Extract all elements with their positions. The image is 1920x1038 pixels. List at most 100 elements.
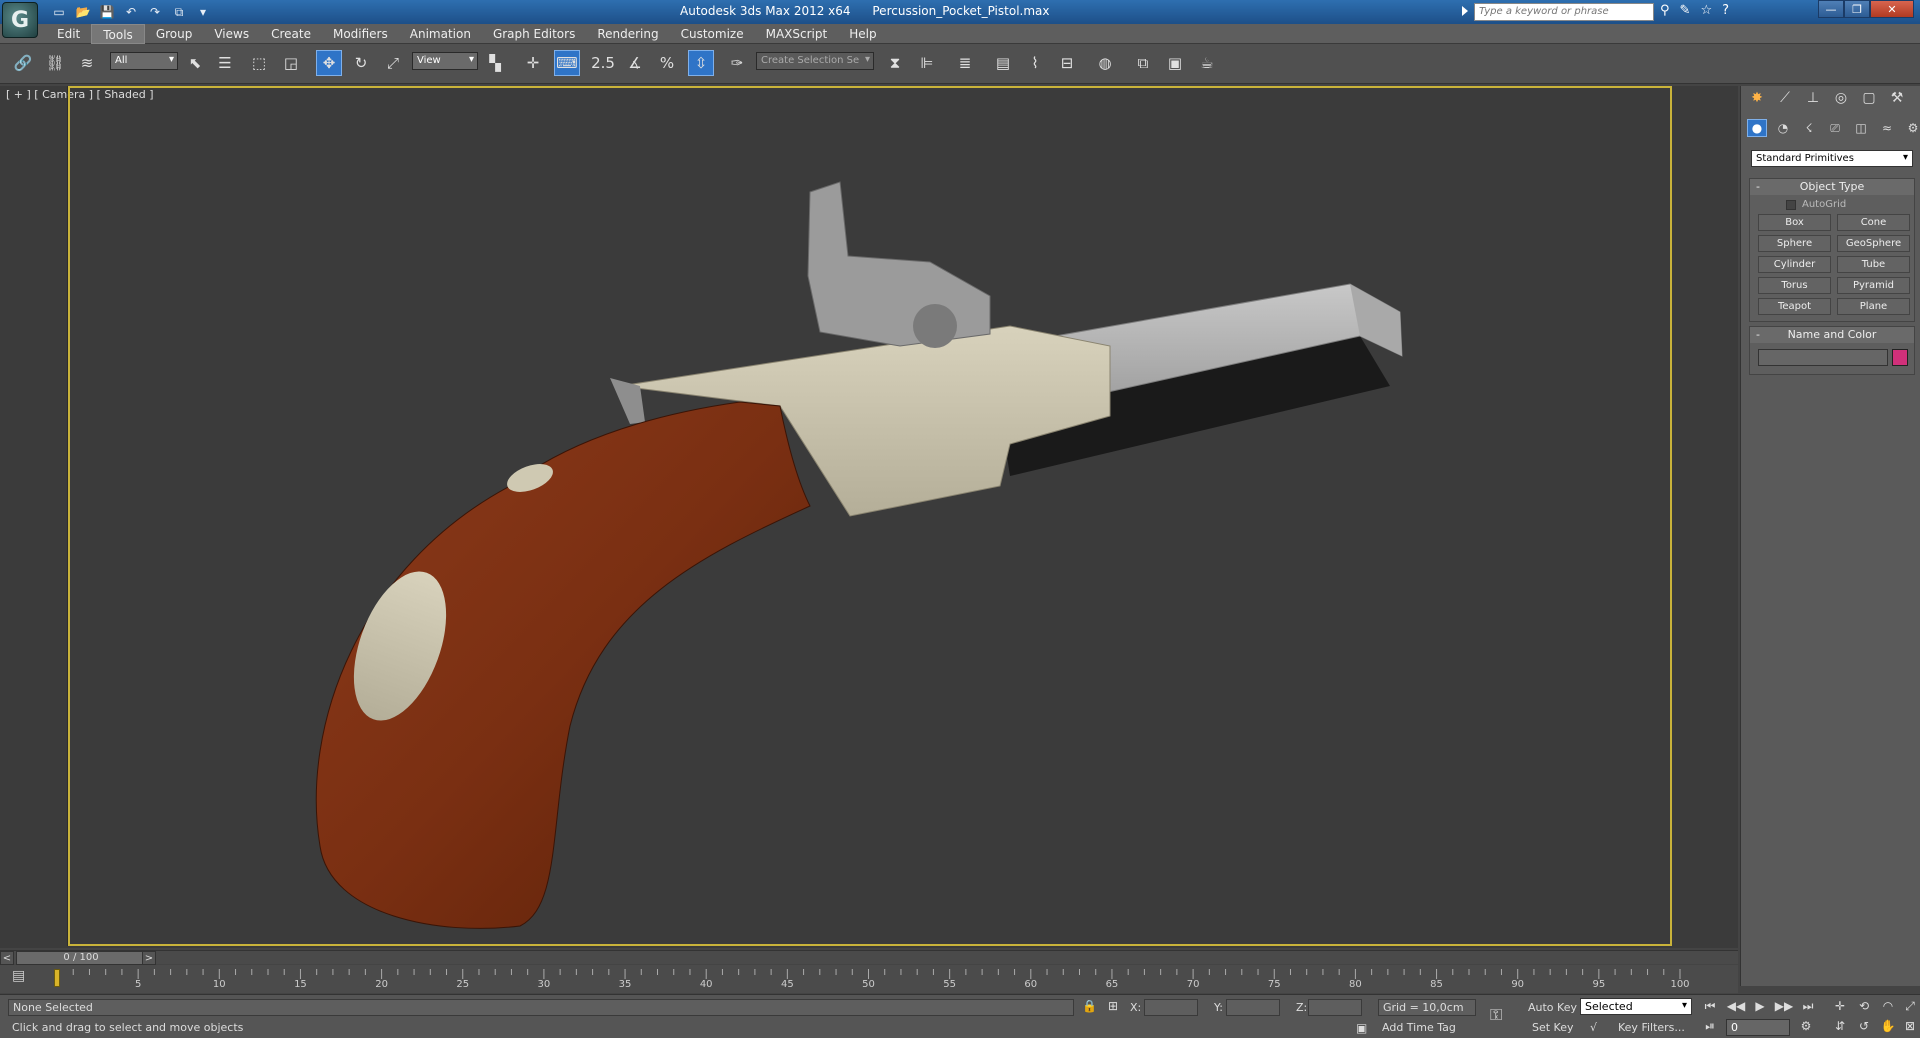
box-button[interactable]: Box (1758, 214, 1831, 231)
rectangular-selection-icon[interactable]: ⬚ (246, 50, 272, 76)
edit-named-selection-icon[interactable]: ✑ (724, 50, 750, 76)
help-icon[interactable]: ? (1722, 3, 1729, 18)
quick-access-more-icon[interactable]: ▾ (194, 3, 212, 21)
project-folder-icon[interactable]: ⧉ (170, 3, 188, 21)
add-time-tag[interactable]: Add Time Tag (1382, 1021, 1456, 1034)
teapot-button[interactable]: Teapot (1758, 298, 1831, 315)
dolly-camera-icon[interactable]: ⇵ (1830, 1019, 1850, 1033)
create-tab-icon[interactable]: ✸ (1747, 88, 1767, 108)
select-and-move-icon[interactable]: ✥ (316, 50, 342, 76)
reference-coordinate-dropdown[interactable]: View (412, 52, 478, 70)
pyramid-button[interactable]: Pyramid (1837, 277, 1910, 294)
shapes-icon[interactable]: ◔ (1773, 119, 1793, 137)
align-icon[interactable]: ⊫ (914, 50, 940, 76)
lights-icon[interactable]: ☇ (1799, 119, 1819, 137)
autogrid-option[interactable]: AutoGrid (1786, 199, 1914, 210)
select-object-icon[interactable]: ⬉ (182, 50, 208, 76)
helpers-icon[interactable]: ◫ (1851, 119, 1871, 137)
menu-graph-editors[interactable]: Graph Editors (482, 24, 586, 44)
y-coordinate-field[interactable] (1226, 999, 1280, 1016)
selection-filter-dropdown[interactable]: All (110, 52, 178, 70)
menu-group[interactable]: Group (145, 24, 204, 44)
layer-manager-icon[interactable]: ≣ (952, 50, 978, 76)
zoom-extents-icon[interactable]: ⊠ (1900, 1019, 1920, 1033)
cylinder-button[interactable]: Cylinder (1758, 256, 1831, 273)
use-pivot-point-icon[interactable]: ▚ (482, 50, 508, 76)
set-key-mode-icon[interactable]: ⚿ (1490, 1005, 1502, 1025)
geosphere-button[interactable]: GeoSphere (1837, 235, 1910, 252)
menu-maxscript[interactable]: MAXScript (755, 24, 839, 44)
name-and-color-header[interactable]: - Name and Color (1750, 327, 1914, 343)
select-and-scale-icon[interactable]: ⤢ (380, 50, 406, 76)
save-file-icon[interactable]: 💾 (98, 3, 116, 21)
menu-rendering[interactable]: Rendering (586, 24, 669, 44)
select-by-name-icon[interactable]: ☰ (212, 50, 238, 76)
menu-help[interactable]: Help (838, 24, 887, 44)
display-tab-icon[interactable]: ▢ (1859, 88, 1879, 108)
object-color-swatch[interactable] (1892, 349, 1908, 366)
open-file-icon[interactable]: 📂 (74, 3, 92, 21)
select-and-manipulate-icon[interactable]: ✛ (520, 50, 546, 76)
auto-key-button[interactable]: Auto Key (1528, 1001, 1577, 1014)
mirror-icon[interactable]: ⧗ (882, 50, 908, 76)
torus-button[interactable]: Torus (1758, 277, 1831, 294)
restore-button[interactable]: ❐ (1844, 0, 1870, 18)
next-frame-icon[interactable]: ▶▶ (1774, 999, 1794, 1013)
tube-button[interactable]: Tube (1837, 256, 1910, 273)
bind-to-space-warp-icon[interactable]: ≋ (74, 50, 100, 76)
select-and-rotate-icon[interactable]: ↻ (348, 50, 374, 76)
keyboard-shortcut-override-icon[interactable]: ⌨ (554, 50, 580, 76)
primitive-category-dropdown[interactable]: Standard Primitives (1751, 150, 1913, 167)
trackbar[interactable]: ▤ 5 10 15 20 25 30 35 40 45 50 55 60 65 70 75 80 85 90 95 1… (0, 965, 1738, 993)
subscription-tools-icon[interactable]: ✎ (1680, 3, 1691, 18)
binoculars-icon[interactable]: ⚲ (1660, 3, 1670, 18)
absolute-mode-transform-icon[interactable]: ⊞ (1108, 999, 1118, 1013)
menu-customize[interactable]: Customize (670, 24, 755, 44)
space-warps-icon[interactable]: ≈ (1877, 119, 1897, 137)
menu-modifiers[interactable]: Modifiers (322, 24, 399, 44)
time-slider-prev-icon[interactable]: < (0, 951, 14, 965)
time-slider-next-icon[interactable]: > (142, 951, 156, 965)
time-slider[interactable]: < 0 / 100 > (0, 950, 1738, 965)
select-and-link-icon[interactable]: 🔗 (10, 50, 36, 76)
autogrid-checkbox[interactable] (1786, 199, 1796, 210)
field-of-view-icon[interactable]: ◠ (1878, 999, 1898, 1013)
pan-view-icon[interactable]: ✛ (1830, 999, 1850, 1013)
minimize-button[interactable]: — (1818, 0, 1844, 18)
key-curve-icon[interactable]: √ (1590, 1021, 1597, 1034)
maximize-viewport-icon[interactable]: ⤢ (1900, 999, 1920, 1014)
render-setup-icon[interactable]: ⧉ (1130, 50, 1156, 76)
pistol-3d-model[interactable] (0, 86, 1738, 948)
x-coordinate-field[interactable] (1144, 999, 1198, 1016)
rendered-frame-window-icon[interactable]: ▣ (1162, 50, 1188, 76)
systems-icon[interactable]: ⚙ (1903, 119, 1920, 137)
current-frame-marker[interactable] (54, 969, 60, 987)
favorites-star-icon[interactable]: ☆ (1700, 3, 1712, 18)
close-button[interactable]: ✕ (1870, 0, 1914, 18)
new-file-icon[interactable]: ▭ (50, 3, 68, 21)
menu-tools[interactable]: Tools (91, 24, 145, 44)
modify-tab-icon[interactable]: ⟋ (1775, 88, 1795, 108)
motion-tab-icon[interactable]: ◎ (1831, 88, 1851, 108)
utilities-tab-icon[interactable]: ⚒ (1887, 88, 1907, 108)
curve-editor-icon[interactable]: ⌇ (1022, 50, 1048, 76)
menu-create[interactable]: Create (260, 24, 322, 44)
render-production-icon[interactable]: ☕ (1194, 50, 1220, 76)
app-logo-icon[interactable]: G (2, 2, 38, 38)
cameras-icon[interactable]: ⎚ (1825, 119, 1845, 137)
selection-lock-icon[interactable]: 🔒 (1082, 999, 1097, 1013)
key-filters-button[interactable]: Key Filters... (1618, 1021, 1685, 1034)
time-configuration-icon[interactable]: ⚙ (1796, 1019, 1816, 1033)
unlink-selection-icon[interactable]: ⛓ (42, 50, 68, 76)
search-expand-icon[interactable] (1462, 6, 1468, 16)
angle-snap-icon[interactable]: ∡ (622, 50, 648, 76)
sphere-button[interactable]: Sphere (1758, 235, 1831, 252)
key-mode-toggle-icon[interactable]: ⏯ (1700, 1019, 1720, 1034)
go-to-end-icon[interactable]: ⏭ (1798, 999, 1818, 1014)
named-selection-set-dropdown[interactable]: Create Selection Se (756, 52, 874, 70)
menu-animation[interactable]: Animation (399, 24, 482, 44)
object-type-header[interactable]: - Object Type (1750, 179, 1914, 195)
previous-frame-icon[interactable]: ◀◀ (1726, 999, 1746, 1013)
window-crossing-icon[interactable]: ◲ (278, 50, 304, 76)
z-coordinate-field[interactable] (1308, 999, 1362, 1016)
